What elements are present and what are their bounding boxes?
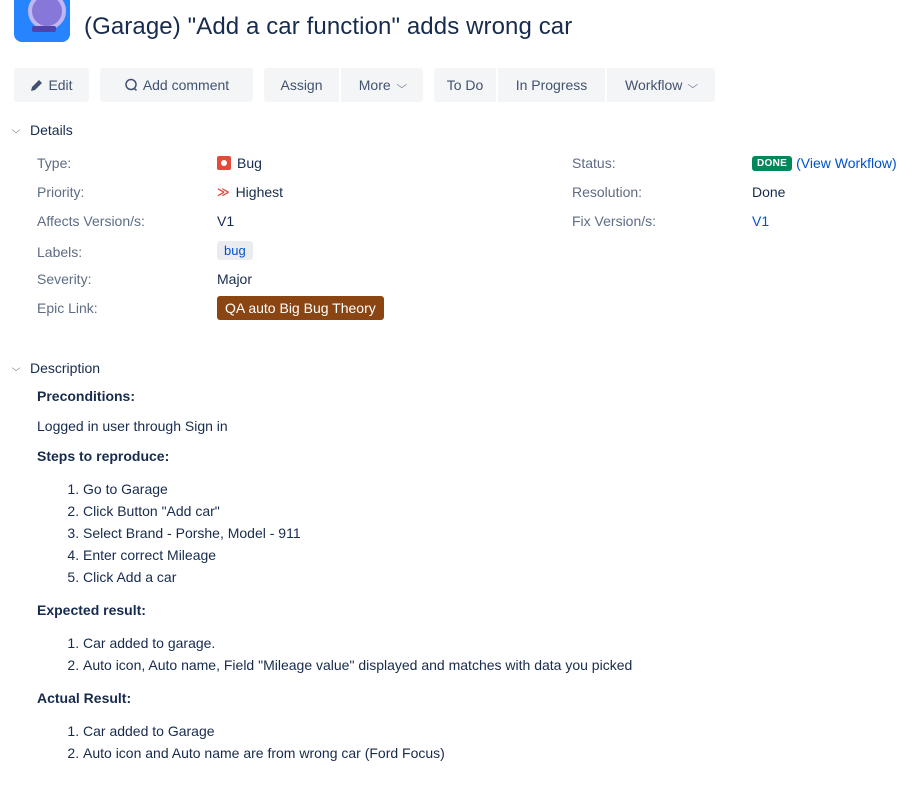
preconditions-text: Logged in user through Sign in <box>37 418 228 434</box>
add-comment-button[interactable]: Add comment <box>100 68 253 102</box>
assign-button[interactable]: Assign <box>264 68 339 102</box>
workflow-button[interactable]: Workflow ⌵ <box>607 68 715 102</box>
type-label: Type: <box>37 155 72 171</box>
type-value-text: Bug <box>237 155 262 171</box>
project-avatar-icon[interactable] <box>14 0 70 42</box>
edit-button-label: Edit <box>48 77 73 93</box>
affects-version-value: V1 <box>217 213 235 229</box>
to-do-button[interactable]: To Do <box>434 68 496 102</box>
list-item: Select Brand - Porshe, Model - 911 <box>83 522 897 544</box>
list-item: Car added to Garage <box>83 720 897 742</box>
chevron-down-icon: ⌵ <box>396 79 407 91</box>
chevron-down-icon: ⌵ <box>687 79 699 91</box>
list-item: Enter correct Mileage <box>83 544 897 566</box>
list-item: Auto icon, Auto name, Field "Mileage val… <box>83 654 897 676</box>
in-progress-button-label: In Progress <box>515 77 588 93</box>
list-item: Click Button "Add car" <box>83 500 897 522</box>
edit-button[interactable]: Edit <box>14 68 89 102</box>
in-progress-button[interactable]: In Progress <box>498 68 605 102</box>
epic-link-label: Epic Link: <box>37 300 98 316</box>
priority-label: Priority: <box>37 184 85 200</box>
list-item: Click Add a car <box>83 566 897 588</box>
expected-list: Car added to garage. Auto icon, Auto nam… <box>37 632 897 676</box>
comment-icon <box>124 78 138 92</box>
status-done-lozenge: DONE <box>752 155 793 171</box>
description-heading: Description <box>30 360 101 376</box>
steps-heading: Steps to reproduce: <box>37 448 170 464</box>
labels-value: bug <box>217 241 253 260</box>
steps-list: Go to Garage Click Button "Add car" Sele… <box>37 478 897 588</box>
list-item: Auto icon and Auto name are from wrong c… <box>83 742 897 764</box>
label-pill[interactable]: bug <box>217 241 253 260</box>
affects-version-label: Affects Version/s: <box>37 213 145 229</box>
actual-list: Car added to Garage Auto icon and Auto n… <box>37 720 897 764</box>
description-section-toggle[interactable]: ⌵ Description <box>11 360 101 376</box>
fix-version-label: Fix Version/s: <box>572 213 657 229</box>
severity-value: Major <box>217 271 253 287</box>
severity-label: Severity: <box>37 271 92 287</box>
epic-link-pill[interactable]: QA auto Big Bug Theory <box>217 296 384 320</box>
priority-value-text: Highest <box>235 184 284 200</box>
view-workflow-link[interactable]: (View Workflow) <box>796 155 897 171</box>
epic-link-value: QA auto Big Bug Theory <box>217 296 384 320</box>
more-button-label: More <box>358 77 391 93</box>
fix-version-value[interactable]: V1 <box>752 213 769 229</box>
pencil-icon <box>30 79 43 92</box>
add-comment-button-label: Add comment <box>142 77 230 93</box>
resolution-value: Done <box>752 184 786 200</box>
list-item: Car added to garage. <box>83 632 897 654</box>
resolution-label: Resolution: <box>572 184 643 200</box>
assign-button-label: Assign <box>280 77 323 93</box>
collapse-chevron-icon: ⌵ <box>11 362 21 373</box>
labels-label: Labels: <box>37 244 83 260</box>
issue-title: (Garage) "Add a car function" adds wrong… <box>84 13 573 40</box>
priority-value: ≫ Highest <box>217 184 283 200</box>
priority-highest-icon: ≫ <box>217 185 230 199</box>
collapse-chevron-icon: ⌵ <box>11 124 21 135</box>
workflow-button-label: Workflow <box>625 77 683 93</box>
details-section-toggle[interactable]: ⌵ Details <box>11 122 73 138</box>
to-do-button-label: To Do <box>446 77 484 93</box>
status-label: Status: <box>572 155 616 171</box>
type-value: Bug <box>217 155 262 171</box>
list-item: Go to Garage <box>83 478 897 500</box>
actual-heading: Actual Result: <box>37 690 132 706</box>
details-heading: Details <box>30 122 73 138</box>
description-body: Preconditions: Logged in user through Si… <box>37 388 897 778</box>
more-button[interactable]: More ⌵ <box>341 68 423 102</box>
bug-icon <box>217 156 231 170</box>
status-value: DONE (View Workflow) <box>752 155 897 171</box>
preconditions-heading: Preconditions: <box>37 388 136 404</box>
expected-heading: Expected result: <box>37 602 146 618</box>
